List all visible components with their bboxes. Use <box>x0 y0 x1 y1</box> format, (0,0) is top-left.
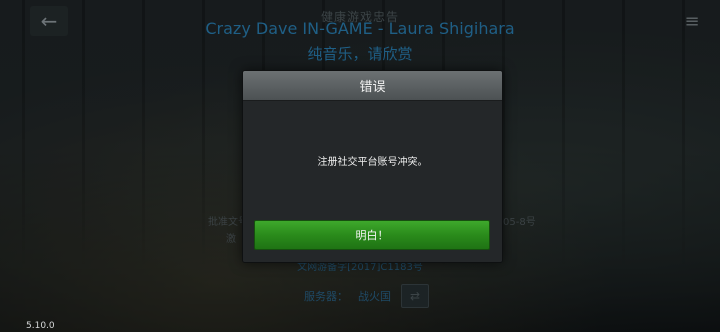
server-name: 战火国 <box>358 290 391 303</box>
dialog-title: 错误 <box>359 80 386 95</box>
version-label: 5.10.0 <box>26 321 55 331</box>
server-switch-icon[interactable]: ⇄ <box>401 284 429 308</box>
error-dialog: 错误 注册社交平台账号冲突。 明白！ <box>242 70 503 263</box>
ok-button-label: 明白！ <box>355 229 389 242</box>
footer-right-line1: 05-8号 <box>503 217 536 228</box>
server-label: 服务器： <box>304 290 348 303</box>
ok-button[interactable]: 明白！ <box>254 220 490 250</box>
server-row[interactable]: 服务器： 战火国 ⇄ <box>304 284 429 308</box>
dialog-message: 注册社交平台账号冲突。 <box>317 157 428 168</box>
music-subtitle: 纯音乐，请欣赏 <box>307 45 413 63</box>
song-title: Crazy Dave IN-GAME - Laura Shigihara <box>205 19 515 38</box>
dialog-header: 错误 <box>243 71 502 101</box>
footer-left-line2: 激 <box>226 234 236 245</box>
